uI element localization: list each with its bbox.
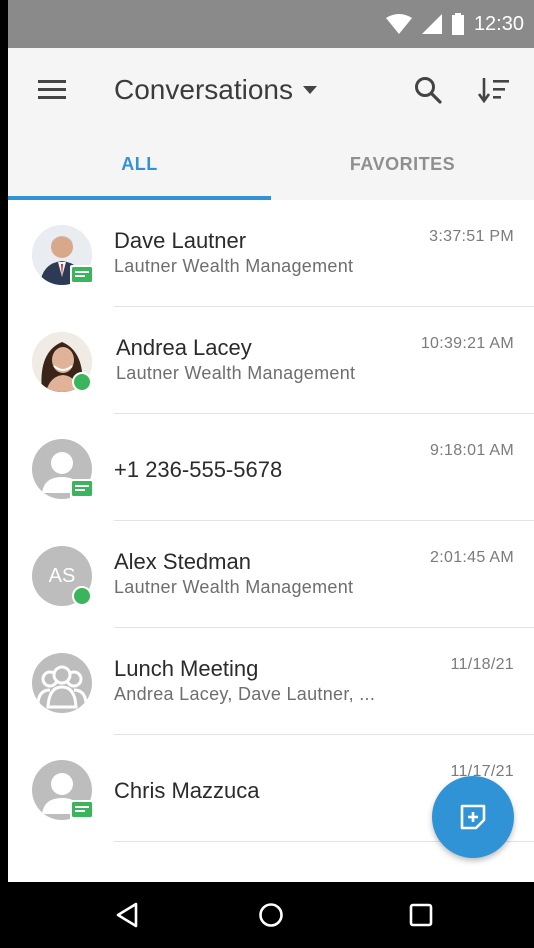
recents-button[interactable] xyxy=(406,900,436,930)
conversation-row[interactable]: Dave Lautner Lautner Wealth Management 3… xyxy=(8,200,534,307)
navigation-bar xyxy=(8,882,534,948)
tab-favorites[interactable]: FAVORITES xyxy=(271,144,534,200)
contact-name: Dave Lautner xyxy=(114,228,247,253)
sms-badge-icon xyxy=(70,479,94,499)
search-icon xyxy=(415,77,442,104)
contact-name: Chris Mazzuca xyxy=(114,778,260,803)
dropdown-arrow-icon xyxy=(302,86,317,94)
home-circle-icon xyxy=(259,903,283,927)
online-status-indicator xyxy=(72,372,92,392)
status-time: 12:30 xyxy=(473,12,524,35)
avatar xyxy=(32,653,92,713)
conversation-row[interactable]: AS Alex Stedman Lautner Wealth Managemen… xyxy=(8,521,534,628)
contact-name: +1 236-555-5678 xyxy=(114,457,283,482)
conversation-row[interactable]: Lunch Meeting Andrea Lacey, Dave Lautner… xyxy=(8,628,534,735)
message-time: 9:18:01 AM xyxy=(430,442,514,459)
phone-screen: 12:30 Conversations ALL FAVORITES Dave L… xyxy=(8,0,534,948)
group-members: Andrea Lacey, Dave Lautner, ... xyxy=(114,684,376,704)
conversations-dropdown[interactable]: Conversations xyxy=(114,70,317,110)
message-time: 3:37:51 PM xyxy=(429,228,514,245)
wifi-icon xyxy=(385,14,412,34)
hamburger-menu-icon xyxy=(38,80,66,99)
home-button[interactable] xyxy=(256,900,286,930)
new-conversation-button[interactable] xyxy=(432,776,514,858)
conversation-row[interactable]: +1 236-555-5678 9:18:01 AM xyxy=(8,414,534,521)
tab-favorites-label: FAVORITES xyxy=(349,153,456,174)
back-triangle-icon xyxy=(116,902,138,928)
status-icons: 12:30 xyxy=(385,0,524,48)
new-conversation-icon xyxy=(460,804,486,830)
message-time: 10:39:21 AM xyxy=(420,335,514,352)
battery-icon xyxy=(451,13,464,35)
contact-name: Andrea Lacey xyxy=(116,335,252,360)
back-button[interactable] xyxy=(112,900,142,930)
app-bar: Conversations ALL FAVORITES xyxy=(8,48,534,200)
group-name: Lunch Meeting xyxy=(114,656,259,681)
search-button[interactable] xyxy=(410,70,446,110)
message-time: 11/18/21 xyxy=(450,656,514,673)
recents-square-icon xyxy=(409,903,433,927)
menu-button[interactable] xyxy=(32,74,72,104)
page-title: Conversations xyxy=(114,74,293,105)
avatar xyxy=(32,332,92,392)
group-icon xyxy=(36,665,88,709)
tab-all-label: ALL xyxy=(121,153,158,174)
avatar xyxy=(32,760,94,820)
status-bar: 12:30 xyxy=(8,0,534,48)
avatar xyxy=(32,225,94,285)
message-time: 2:01:45 AM xyxy=(430,549,514,566)
contact-company: Lautner Wealth Management xyxy=(114,256,354,276)
avatar-placeholder xyxy=(32,653,92,713)
tab-bar: ALL FAVORITES xyxy=(8,144,534,200)
contact-name: Alex Stedman xyxy=(114,549,251,574)
contact-company: Lautner Wealth Management xyxy=(116,363,356,383)
cell-signal-icon xyxy=(421,14,442,34)
sms-badge-icon xyxy=(70,800,94,820)
online-status-indicator xyxy=(72,586,92,606)
sms-badge-icon xyxy=(70,265,94,285)
tab-all[interactable]: ALL xyxy=(8,144,271,200)
avatar: AS xyxy=(32,546,92,606)
sort-button[interactable] xyxy=(474,70,514,110)
conversation-row[interactable]: Andrea Lacey Lautner Wealth Management 1… xyxy=(8,307,534,414)
contact-company: Lautner Wealth Management xyxy=(114,577,354,597)
sort-icon xyxy=(478,78,509,103)
avatar xyxy=(32,439,94,499)
